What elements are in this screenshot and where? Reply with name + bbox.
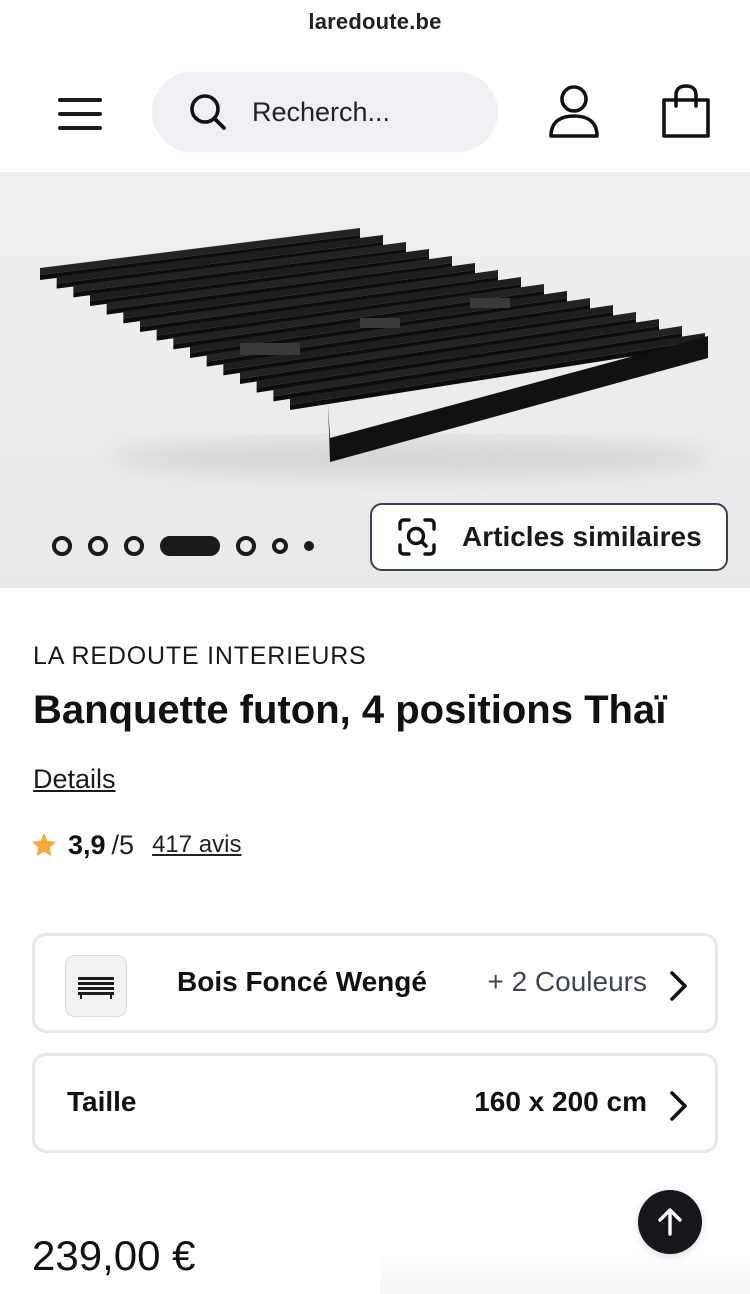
product-price: 239,00 € [32, 1232, 196, 1279]
gallery-dot-active[interactable] [160, 536, 220, 556]
reviews-link[interactable]: 417 avis [152, 831, 241, 859]
gallery-dot[interactable] [124, 536, 144, 556]
gallery-dot[interactable] [52, 536, 72, 556]
account-button[interactable] [546, 84, 602, 140]
visual-search-icon [398, 518, 436, 556]
rating-scale: /5 [111, 829, 135, 860]
hamburger-menu-icon [58, 98, 102, 102]
browser-url-bar[interactable]: laredoute.be [0, 0, 750, 44]
selected-color-name: Bois Foncé Wengé [177, 966, 427, 997]
futon-hinge [240, 343, 300, 355]
selected-size-value: 160 x 200 cm [474, 1086, 647, 1117]
futon-thumbnail-icon [78, 977, 114, 999]
user-icon [549, 85, 599, 138]
similar-articles-button[interactable]: Articles similaires [370, 503, 728, 571]
chevron-right-icon [670, 1091, 687, 1121]
gallery-dot[interactable] [304, 541, 314, 551]
gallery-dot[interactable] [272, 538, 288, 554]
search-bar[interactable] [152, 72, 498, 152]
scroll-to-top-button[interactable] [638, 1190, 702, 1254]
futon-hinge [360, 318, 400, 328]
site-header [0, 44, 750, 172]
url-text: laredoute.be [308, 9, 442, 34]
color-swatch-thumbnail [65, 955, 127, 1017]
size-selector[interactable]: Taille 160 x 200 cm [32, 1053, 718, 1153]
gallery-dot[interactable] [88, 536, 108, 556]
shopping-bag-icon [662, 84, 710, 138]
menu-button[interactable] [56, 96, 104, 132]
search-input[interactable] [252, 96, 482, 128]
chevron-right-icon [670, 971, 687, 1001]
product-brand[interactable]: LA REDOUTE INTERIEURS [33, 642, 367, 671]
color-selector[interactable]: Bois Foncé Wengé + 2 Couleurs [32, 933, 718, 1033]
product-gallery[interactable]: Articles similaires [0, 172, 750, 588]
more-colors-label: + 2 Couleurs [487, 966, 647, 997]
similar-articles-label: Articles similaires [462, 521, 702, 552]
hamburger-menu-icon-bar [58, 112, 102, 116]
cart-button[interactable] [660, 84, 712, 140]
sticky-footer-shadow [380, 1250, 750, 1294]
product-image-futon-slats[interactable] [30, 208, 720, 498]
rating-score: 3,9 [68, 829, 106, 860]
hamburger-menu-icon-bar [58, 126, 102, 130]
details-link[interactable]: Details [33, 764, 116, 795]
size-label: Taille [67, 1086, 137, 1117]
arrow-up-icon [658, 1208, 682, 1236]
star-icon [32, 833, 56, 856]
search-icon [190, 94, 226, 130]
gallery-pagination [52, 534, 330, 558]
product-title: Banquette futon, 4 positions Thaï [33, 688, 667, 732]
product-rating: 3,9 /5 417 avis [30, 828, 241, 862]
futon-hinge [470, 298, 510, 308]
gallery-dot[interactable] [236, 536, 256, 556]
